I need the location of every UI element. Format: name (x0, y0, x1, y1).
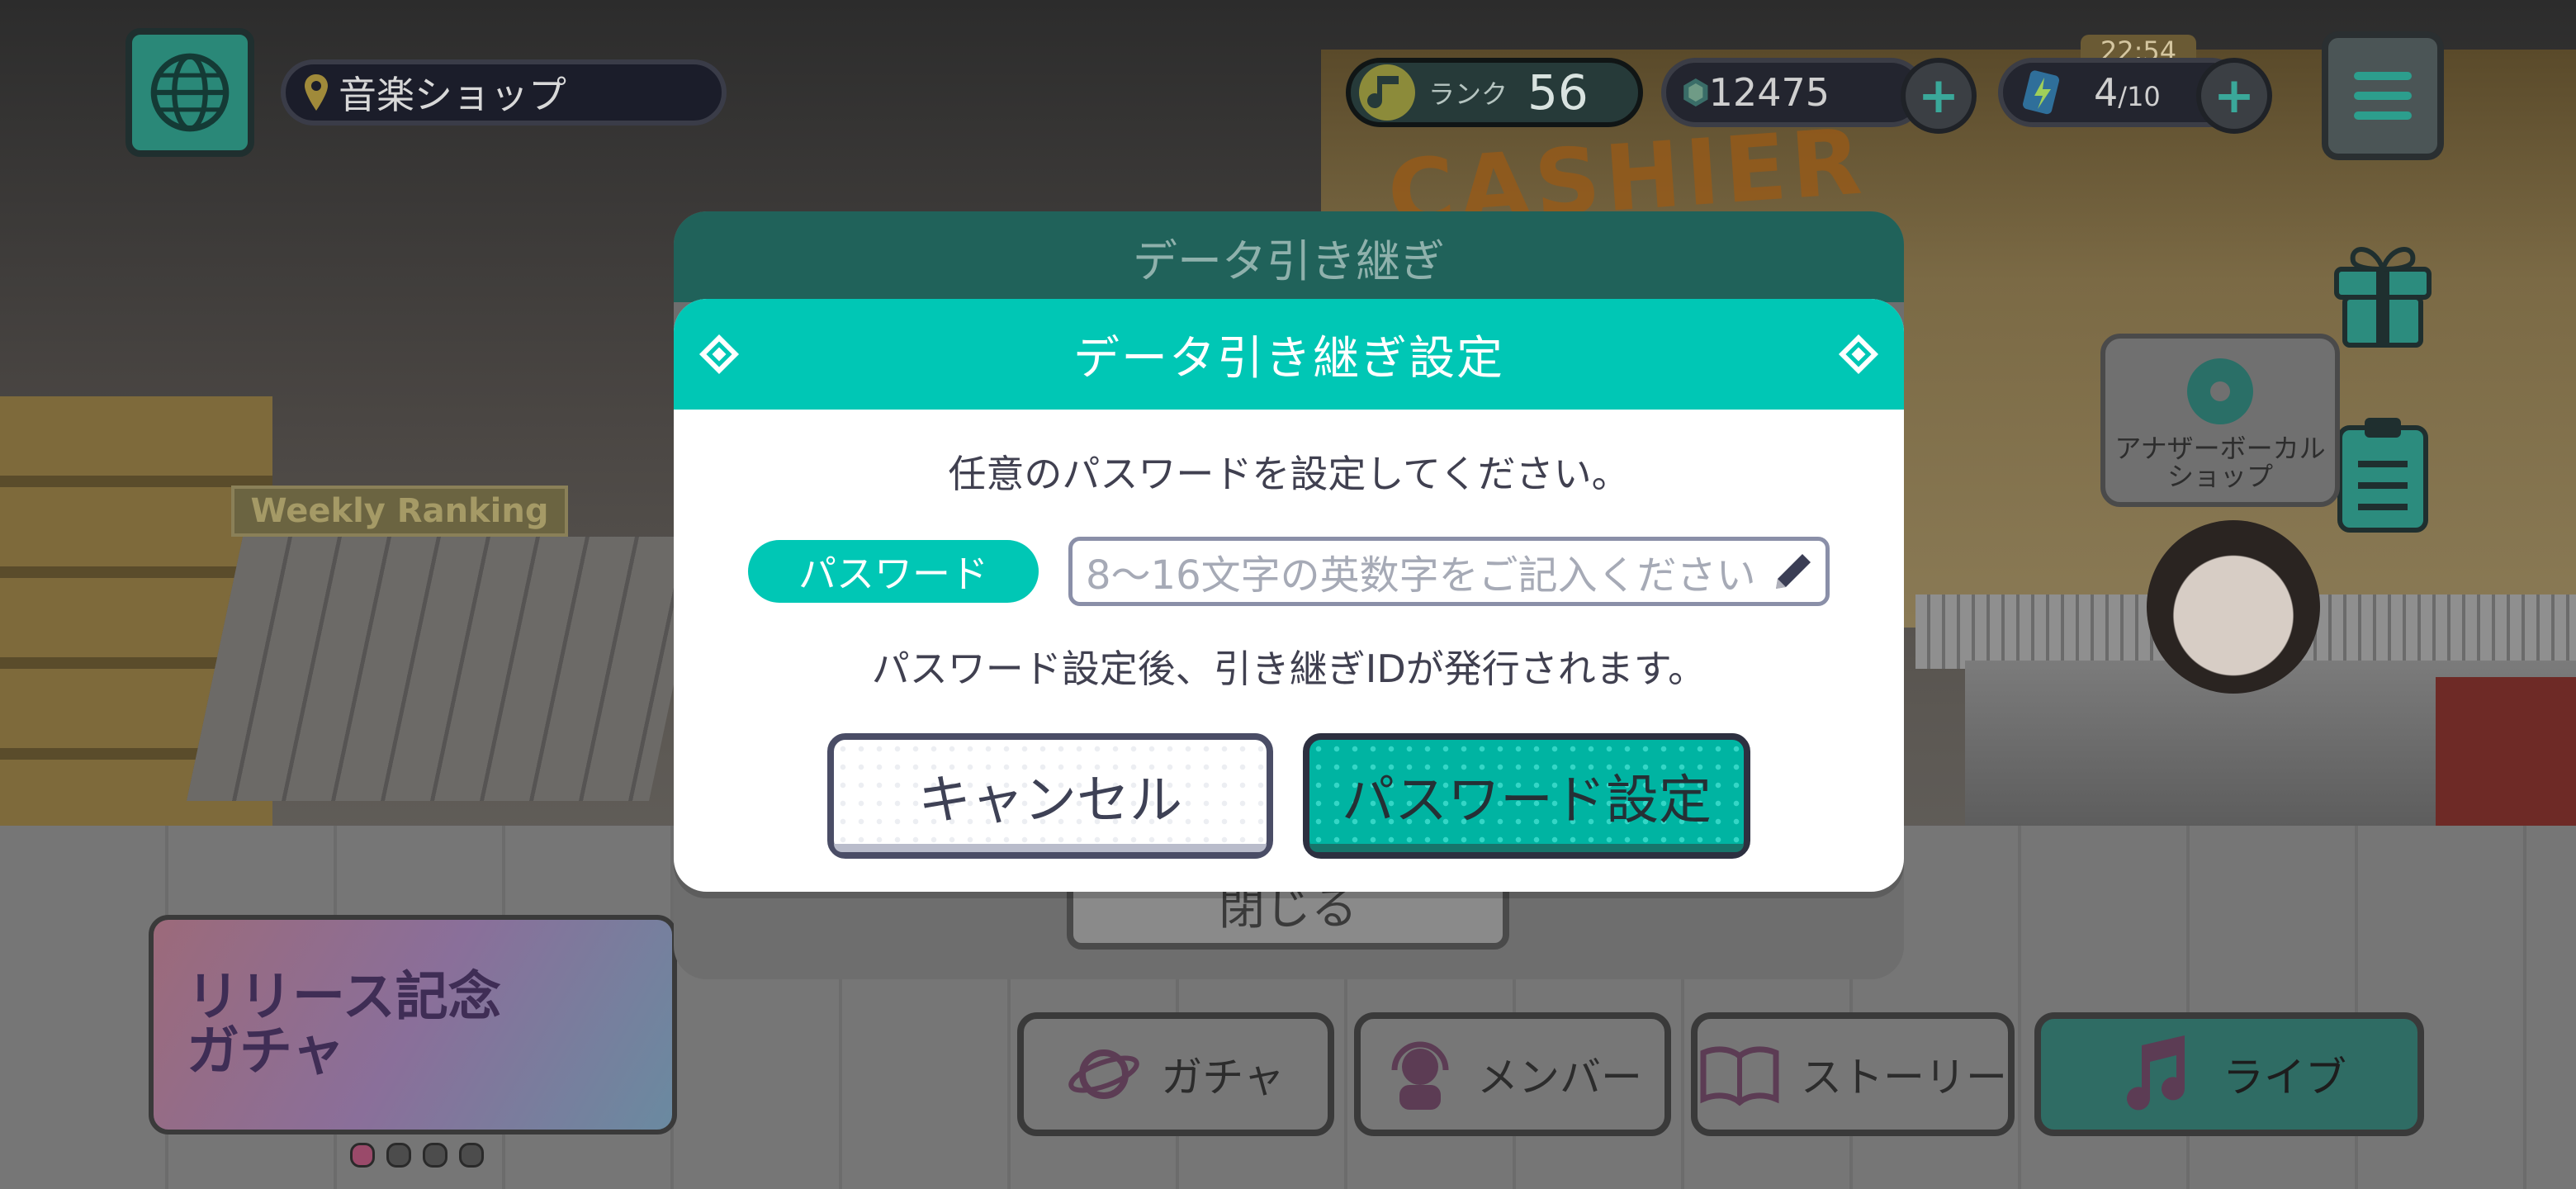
instruction-text: 任意のパスワードを設定してください。 (948, 452, 1630, 496)
another-vocal-shop-bubble[interactable]: アナザーボーカル ショップ (2100, 334, 2340, 507)
crystal-counter: 12475 (1661, 58, 1925, 127)
location-label: 音楽ショップ (281, 59, 727, 126)
hamburger-menu-icon (2354, 72, 2412, 80)
nav-gacha-label: ガチャ (1161, 1054, 1285, 1101)
shop-clerk-character[interactable] (2147, 520, 2320, 694)
world-map-button[interactable] (125, 28, 254, 157)
set-password-button[interactable]: パスワード設定 (1303, 733, 1750, 859)
music-notes-icon (2127, 1035, 2185, 1111)
buy-crystals-button[interactable]: + (1901, 58, 1977, 134)
nav-story-button[interactable]: ストーリー (1691, 1012, 2015, 1136)
pencil-icon[interactable] (1771, 551, 1814, 594)
nav-member-label: メンバー (1477, 1054, 1642, 1101)
gift-icon[interactable] (2328, 228, 2437, 350)
nav-live-label: ライブ (2223, 1054, 2346, 1101)
location-pin-icon (305, 74, 328, 111)
password-input[interactable]: 8～16文字の英数字をご記入ください (1068, 537, 1830, 606)
rank-value: 56 (1527, 64, 1589, 121)
data-transfer-dialog-header: データ引き継ぎ (674, 211, 1904, 302)
data-transfer-dialog-title: データ引き継ぎ (1133, 234, 1445, 287)
nav-member-button[interactable]: メンバー (1354, 1012, 1671, 1136)
diamond-icon (698, 334, 740, 375)
password-placeholder: 8～16文字の英数字をご記入ください (1086, 552, 1756, 599)
nav-gacha-button[interactable]: ガチャ (1017, 1012, 1334, 1136)
open-book-icon (1700, 1046, 1779, 1106)
nav-live-button[interactable]: ライブ (2034, 1012, 2424, 1136)
clipboard-icon[interactable] (2328, 413, 2437, 535)
gacha-banner[interactable]: リリース記念 ガチャ (149, 915, 677, 1135)
energy-amount: 4/10 (2094, 70, 2161, 115)
buy-energy-button[interactable]: + (2196, 58, 2272, 134)
cd-icon (2187, 358, 2253, 424)
rank-label: ランク (1428, 78, 1508, 110)
crystal-amount: 12475 (1708, 70, 1830, 115)
location-name: 音楽ショップ (339, 73, 566, 117)
banner-title: リリース記念 ガチャ (187, 967, 501, 1082)
banner-dot[interactable] (350, 1143, 375, 1168)
diamond-icon (1838, 334, 1879, 375)
crystal-icon (1683, 78, 1708, 107)
banner-dot[interactable] (386, 1143, 411, 1168)
banner-dot[interactable] (459, 1143, 484, 1168)
planet-icon (1068, 1049, 1140, 1099)
plus-icon: + (1917, 67, 1960, 125)
cancel-button[interactable]: キャンセル (827, 733, 1273, 859)
rank-display[interactable]: ランク 56 (1346, 58, 1643, 127)
nav-story-label: ストーリー (1801, 1054, 2007, 1101)
dialog-header: データ引き継ぎ設定 (674, 299, 1904, 410)
another-vocal-shop-label: アナザーボーカル ショップ (2114, 433, 2326, 492)
dialog-title: データ引き継ぎ設定 (1073, 331, 1504, 386)
password-setup-dialog: データ引き継ぎ設定 任意のパスワードを設定してください。 パスワード 8～16文… (674, 299, 1904, 892)
transfer-id-note: パスワード設定後、引き継ぎIDが発行されます。 (871, 647, 1707, 691)
music-note-icon (1359, 64, 1415, 121)
weekly-ranking-sign: Weekly Ranking (231, 486, 568, 537)
globe-icon (150, 53, 230, 132)
main-menu-button[interactable] (2322, 31, 2444, 160)
energy-icon (2023, 70, 2060, 115)
headphones-person-icon (1391, 1041, 1449, 1110)
cd-display-rack (186, 537, 706, 801)
password-label: パスワード (748, 540, 1039, 603)
plus-icon: + (2213, 67, 2256, 125)
banner-dot[interactable] (423, 1143, 447, 1168)
banner-pagination (350, 1143, 484, 1168)
